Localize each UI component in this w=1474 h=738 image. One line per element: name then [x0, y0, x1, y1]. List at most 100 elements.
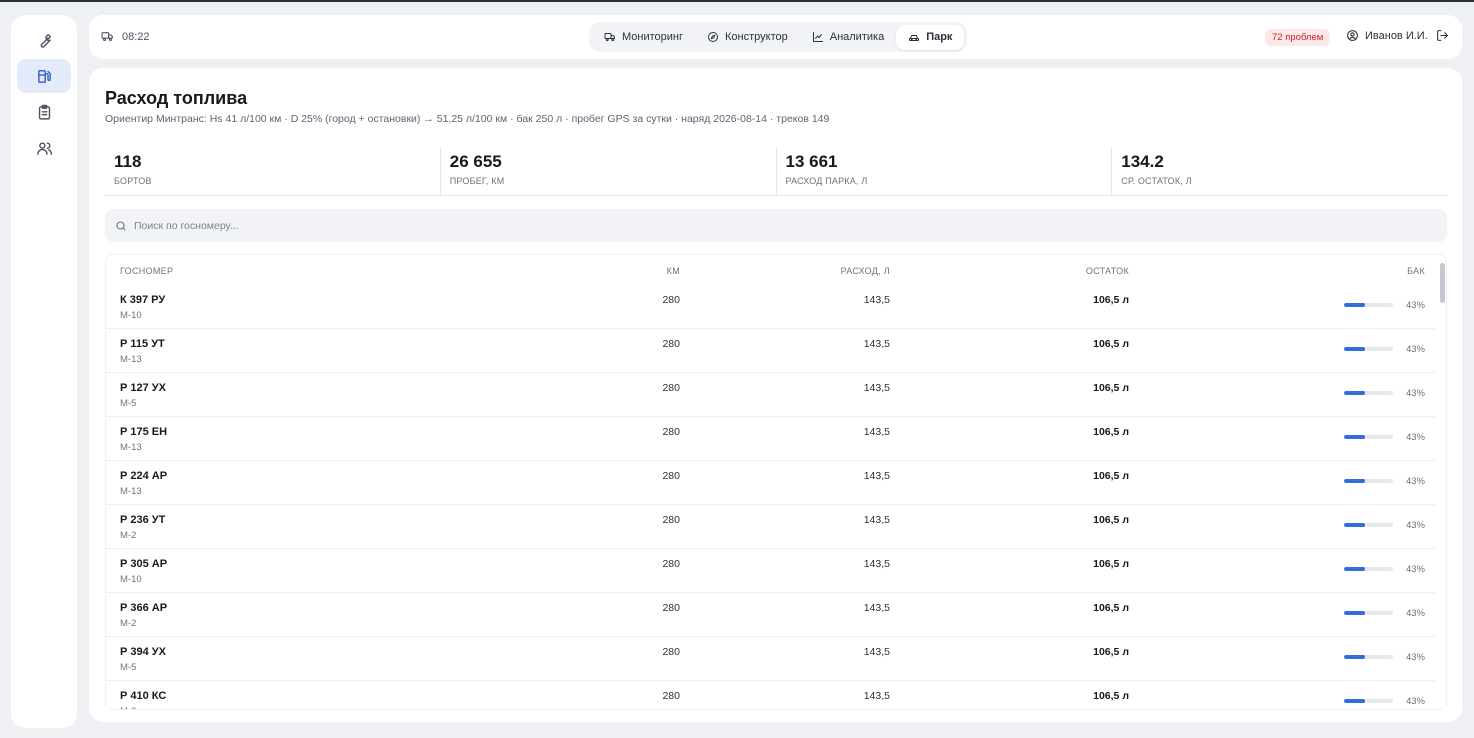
tank-level-bar — [1344, 391, 1393, 395]
tank-level-bar — [1344, 435, 1393, 439]
user-circle-icon — [1347, 30, 1358, 41]
table-row[interactable]: Р 127 УХ М-5 280 143,5 106,5 л 43% — [106, 373, 1435, 417]
tank-level-fill — [1344, 567, 1366, 571]
tank-level-bar — [1344, 567, 1393, 571]
tank-level-bar — [1344, 479, 1393, 483]
stat-value: 13 661 — [785, 152, 838, 171]
table-row[interactable]: Р 115 УТ М-13 280 143,5 106,5 л 43% — [106, 329, 1435, 373]
topbar: 08:22 Мониторинг Конструктор Аналитика П… — [89, 15, 1462, 59]
tab-constructor[interactable]: Конструктор — [695, 25, 800, 50]
cell-plate: Р 305 АР — [120, 558, 168, 570]
table-body: К 397 РУ М-10 280 143,5 106,5 л 43% Р 115 УТ М-… — [106, 285, 1435, 709]
cell-tank-percent: 43% — [1405, 344, 1425, 355]
cell-plate: Р 127 УХ — [120, 382, 166, 394]
cell-km: 280 — [662, 646, 680, 658]
table-row[interactable]: К 397 РУ М-10 280 143,5 106,5 л 43% — [106, 285, 1435, 329]
cell-km: 280 — [662, 470, 680, 482]
cell-route: М-10 — [120, 310, 142, 321]
sidebar-item-clipboard[interactable] — [17, 95, 71, 129]
table-row[interactable]: Р 224 АР М-13 280 143,5 106,5 л 43% — [106, 461, 1435, 505]
cell-remaining: 106,5 л — [1093, 426, 1129, 438]
cell-km: 280 — [662, 690, 680, 702]
cell-fuel: 143,5 — [863, 558, 890, 570]
users-icon — [36, 141, 52, 155]
cell-remaining: 106,5 л — [1093, 690, 1129, 702]
truck-icon — [604, 33, 615, 42]
page-title: Расход топлива — [105, 88, 248, 108]
user-menu[interactable]: Иванов И.И. — [1346, 29, 1449, 42]
truck-icon — [101, 32, 113, 41]
cell-tank-percent: 43% — [1405, 300, 1425, 311]
tank-level-fill — [1344, 699, 1366, 703]
scrollbar[interactable] — [1440, 263, 1445, 703]
sidebar — [11, 15, 77, 728]
cell-tank-percent: 43% — [1405, 696, 1425, 707]
cell-plate: Р 115 УТ — [120, 338, 165, 350]
wrench-icon — [40, 33, 51, 48]
table-row[interactable]: Р 175 ЕН М-13 280 143,5 106,5 л 43% — [106, 417, 1435, 461]
cell-remaining: 106,5 л — [1093, 294, 1129, 306]
scrollbar-thumb[interactable] — [1440, 263, 1445, 303]
cell-tank-percent: 43% — [1405, 388, 1425, 399]
cell-remaining: 106,5 л — [1093, 382, 1129, 394]
table-row[interactable]: Р 236 УТ М-2 280 143,5 106,5 л 43% — [106, 505, 1435, 549]
tab-park[interactable]: Парк — [896, 24, 965, 50]
column-header-fuel[interactable]: РАСХОД, Л — [841, 266, 890, 276]
stat-fuel-consumption: 13 661 РАСХОД ПАРКА, Л — [775, 147, 1112, 195]
column-header-tank[interactable]: БАК — [1407, 266, 1425, 276]
cell-route: М-9 — [120, 706, 136, 709]
cell-km: 280 — [662, 514, 680, 526]
cell-fuel: 143,5 — [863, 646, 890, 658]
table-row[interactable]: Р 394 УХ М-5 280 143,5 106,5 л 43% — [106, 637, 1435, 681]
stat-value: 26 655 — [449, 152, 502, 171]
tab-analytics[interactable]: Аналитика — [800, 25, 896, 50]
cell-fuel: 143,5 — [863, 338, 890, 350]
tab-label: Аналитика — [829, 31, 885, 43]
cell-fuel: 143,5 — [863, 514, 890, 526]
stat-value: 134.2 — [1121, 152, 1164, 171]
tank-level-fill — [1344, 479, 1366, 483]
cell-route: М-10 — [120, 574, 142, 585]
cell-plate: К 397 РУ — [120, 294, 166, 306]
stats-bar: 118 БОРТОВ 26 655 ПРОБЕГ, КМ 13 661 РАСХ… — [105, 147, 1447, 196]
column-header-rest[interactable]: ОСТАТОК — [1086, 266, 1129, 276]
cell-plate: Р 366 АР — [120, 602, 168, 614]
cell-tank-percent: 43% — [1405, 652, 1425, 663]
stat-vehicles: 118 БОРТОВ — [105, 147, 440, 195]
column-header-plate[interactable]: ГОСНОМЕР — [120, 266, 173, 276]
tab-monitoring[interactable]: Мониторинг — [592, 25, 695, 50]
cell-remaining: 106,5 л — [1093, 338, 1129, 350]
sidebar-item-fuel[interactable] — [17, 59, 71, 93]
tank-level-bar — [1344, 523, 1393, 527]
search-bar — [105, 209, 1447, 242]
cell-route: М-5 — [120, 662, 137, 673]
logout-icon[interactable] — [1436, 29, 1449, 42]
cell-km: 280 — [662, 602, 680, 614]
table-row[interactable]: Р 366 АР М-2 280 143,5 106,5 л 43% — [106, 593, 1435, 637]
tank-level-bar — [1344, 303, 1393, 307]
table-row[interactable]: Р 305 АР М-10 280 143,5 106,5 л 43% — [106, 549, 1435, 593]
table-row[interactable]: Р 410 КС М-9 280 143,5 106,5 л 43% — [106, 681, 1435, 709]
page-subtitle: Ориентир Минтранс: Hs 41 л/100 км · D 25… — [105, 113, 830, 125]
tank-level-bar — [1344, 699, 1393, 703]
stat-label: РАСХОД ПАРКА, Л — [785, 176, 868, 186]
cell-route: М-13 — [120, 486, 142, 497]
cell-remaining: 106,5 л — [1093, 602, 1129, 614]
chart-icon — [812, 32, 823, 42]
cell-tank-percent: 43% — [1405, 476, 1425, 487]
problems-badge[interactable]: 72 проблем — [1265, 29, 1331, 46]
cell-tank-percent: 43% — [1405, 520, 1425, 531]
clipboard-icon — [38, 104, 50, 120]
cell-fuel: 143,5 — [863, 426, 890, 438]
tank-level-fill — [1344, 523, 1366, 527]
cell-plate: Р 410 КС — [120, 690, 167, 702]
main-tabs: Мониторинг Конструктор Аналитика Парк — [589, 22, 968, 52]
sidebar-item-tools[interactable] — [17, 23, 71, 57]
clock: 08:22 — [101, 30, 150, 43]
sidebar-item-users[interactable] — [17, 131, 71, 165]
cell-remaining: 106,5 л — [1093, 646, 1129, 658]
cell-fuel: 143,5 — [863, 602, 890, 614]
cell-fuel: 143,5 — [863, 470, 890, 482]
column-header-km[interactable]: КМ — [667, 266, 680, 276]
search-input[interactable] — [134, 219, 734, 232]
